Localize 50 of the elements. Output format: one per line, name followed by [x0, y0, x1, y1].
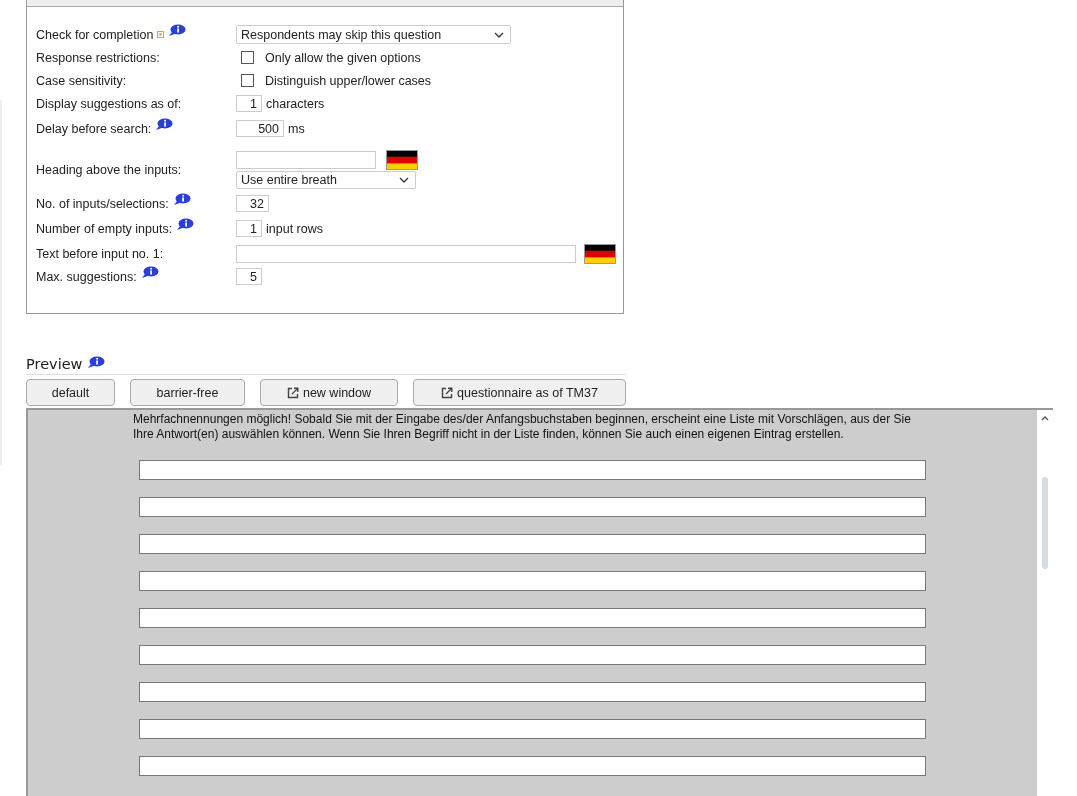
- external-link-icon: [441, 386, 454, 399]
- text-field[interactable]: [236, 151, 376, 169]
- scroll-thumb[interactable]: [1042, 477, 1048, 569]
- answer-field[interactable]: [139, 534, 926, 554]
- dropdown[interactable]: Respondents may skip this question: [236, 25, 511, 44]
- unit-label: input rows: [266, 221, 323, 236]
- field-label: Delay before search:: [36, 121, 152, 136]
- number-field[interactable]: 5: [236, 268, 262, 285]
- field-label: Case sensitivity:: [36, 73, 127, 88]
- external-link-icon: [286, 386, 299, 399]
- answer-field[interactable]: [139, 497, 926, 517]
- checkbox-label: Only allow the given options: [265, 50, 421, 65]
- number-field[interactable]: 32: [236, 195, 269, 212]
- preview-button[interactable]: default: [26, 379, 115, 406]
- open-window-button[interactable]: new window: [260, 379, 398, 406]
- answer-field[interactable]: [139, 608, 926, 628]
- answer-field[interactable]: [139, 571, 926, 591]
- number-field[interactable]: 500: [236, 120, 284, 137]
- unit-label: ms: [288, 121, 305, 136]
- text-field[interactable]: [236, 244, 576, 263]
- preview-button[interactable]: barrier-free: [130, 379, 245, 406]
- scrollbar[interactable]: [1037, 410, 1053, 796]
- answer-field[interactable]: [139, 682, 926, 702]
- question-text: Mehrfachnennungen möglich! Sobald Sie mit der Eingabe des/der Anfangsbuchstaben beginnen, erscheint eine Liste mit Vorschlägen, aus der Sie Ihre Antwort(en) auswählen können. Wenn Sie Ihren Begriff nicht in der Liste finden, können Sie auch einen eigenen Eintrag erstellen.: [133, 412, 912, 442]
- field-label: Check for completion: [36, 27, 154, 42]
- flag-icon: [386, 150, 418, 170]
- section-title: Preview: [26, 356, 83, 372]
- field-label: Max. suggestions:: [36, 269, 137, 284]
- checkbox-label: Distinguish upper/lower cases: [265, 73, 432, 88]
- checkbox[interactable]: [241, 51, 254, 64]
- answer-field[interactable]: [139, 756, 926, 776]
- field-label: Text before input no. 1:: [36, 246, 164, 261]
- answer-field[interactable]: [139, 460, 926, 480]
- field-label: Display suggestions as of:: [36, 96, 182, 111]
- chevron-up-icon: [1041, 416, 1049, 421]
- checkbox[interactable]: [241, 74, 254, 87]
- chevron-down-icon: [399, 177, 409, 183]
- unit-label: characters: [266, 96, 325, 111]
- open-window-button[interactable]: questionnaire as of TM37: [413, 379, 626, 406]
- field-label: No. of inputs/selections:: [36, 196, 169, 211]
- flag-icon: [584, 243, 616, 264]
- dropdown[interactable]: Use entire breath: [236, 171, 416, 189]
- answer-field[interactable]: [139, 645, 926, 665]
- answer-field[interactable]: [139, 719, 926, 739]
- chevron-down-icon: [494, 31, 504, 38]
- field-label: Heading above the inputs:: [36, 162, 182, 177]
- number-field[interactable]: 1: [236, 220, 262, 237]
- field-label: Response restrictions:: [36, 50, 160, 65]
- number-field[interactable]: 1: [236, 95, 262, 112]
- field-label: Number of empty inputs:: [36, 221, 173, 236]
